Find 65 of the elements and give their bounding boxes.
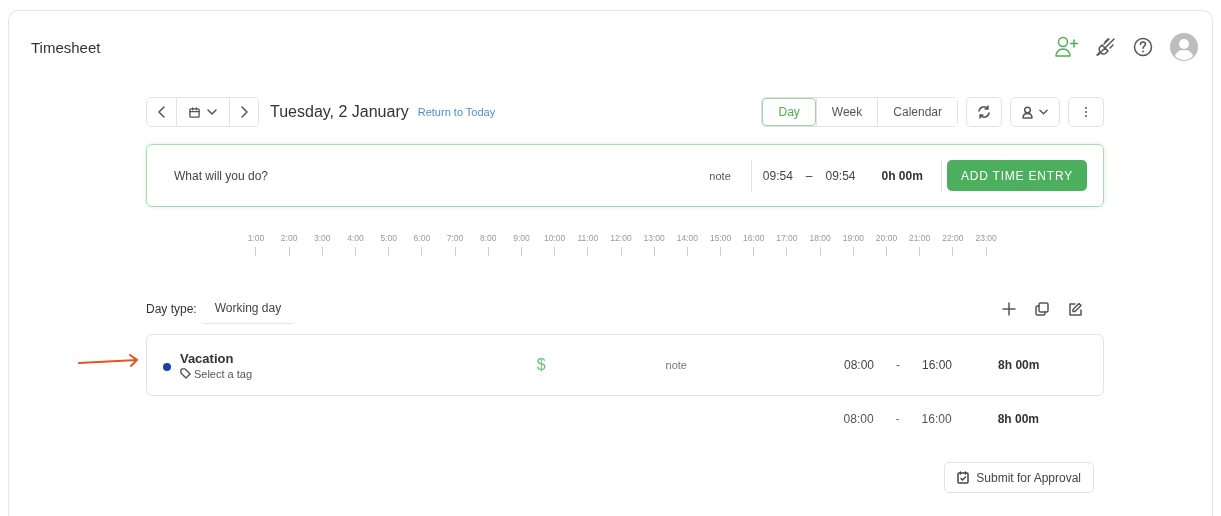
hour-label: 9:00	[513, 233, 530, 243]
hour-label: 20:00	[875, 233, 898, 243]
hour-label: 10:00	[544, 233, 566, 243]
submit-for-approval-button[interactable]: Submit for Approval	[944, 462, 1094, 493]
start-time[interactable]: 09:54	[762, 168, 793, 183]
hour-label: 7:00	[446, 233, 464, 243]
hour-label: 8:00	[479, 233, 497, 243]
edit-icon[interactable]	[1068, 302, 1082, 316]
hour-label: 17:00	[776, 233, 798, 243]
return-to-today-link[interactable]: Return to Today	[417, 106, 496, 118]
refresh-button[interactable]	[966, 97, 1002, 127]
more-icon	[1084, 106, 1088, 118]
caret-icon	[1039, 109, 1048, 115]
next-day-button[interactable]	[229, 98, 258, 126]
hour-label: 16:00	[743, 233, 765, 243]
tag-icon	[179, 368, 191, 379]
tag-selector[interactable]: Select a tag	[179, 367, 252, 380]
hour-label: 1:00	[247, 233, 265, 243]
project-name[interactable]: Vacation	[179, 350, 537, 366]
day-type-select[interactable]: Working day	[202, 294, 294, 324]
add-user-icon[interactable]	[1055, 36, 1079, 58]
hour-label: 6:00	[413, 233, 431, 243]
duration: 8h 00m	[998, 358, 1040, 372]
calendar-icon	[189, 106, 200, 118]
caret-icon	[207, 109, 217, 115]
hour-label: 12:00	[610, 233, 632, 243]
hour-label: 18:00	[809, 233, 831, 243]
note-field[interactable]: note	[709, 169, 731, 182]
user-filter-button[interactable]	[1010, 97, 1060, 127]
copy-icon[interactable]	[1035, 302, 1049, 316]
duration: 0h 00m	[881, 168, 923, 183]
hour-label: 21:00	[909, 233, 931, 243]
total-end-time: 16:00	[921, 412, 952, 426]
calendar-check-icon	[957, 471, 970, 484]
hour-label: 3:00	[314, 233, 331, 243]
note-field[interactable]: note	[665, 359, 844, 371]
day-type-label: Day type:	[146, 302, 197, 316]
time-separator: –	[805, 168, 813, 183]
hour-label: 5:00	[380, 233, 397, 243]
chevron-right-icon	[240, 106, 248, 118]
hour-label: 2:00	[280, 233, 298, 243]
current-date: Tuesday, 2 January	[270, 103, 409, 121]
chevron-left-icon	[157, 106, 166, 118]
view-tab[interactable]: Calendar	[877, 98, 957, 126]
hour-label: 14:00	[676, 233, 698, 243]
page-title: Timesheet	[31, 38, 101, 56]
description-field[interactable]: What will you do?	[174, 168, 269, 183]
total-start-time: 08:00	[843, 412, 874, 426]
time-separator: -	[896, 358, 900, 372]
start-time[interactable]: 08:00	[844, 358, 874, 372]
add-icon[interactable]	[1002, 302, 1016, 316]
time-separator: -	[895, 412, 900, 426]
hour-label: 19:00	[842, 233, 864, 243]
hour-label: 22:00	[942, 233, 964, 243]
total-duration: 8h 00m	[997, 412, 1039, 426]
hour-label: 15:00	[709, 233, 732, 243]
hour-label: 23:00	[975, 233, 997, 243]
hour-label: 13:00	[643, 233, 665, 243]
user-icon	[1022, 105, 1033, 119]
refresh-icon	[977, 105, 991, 119]
end-time[interactable]: 16:00	[922, 358, 953, 372]
help-icon[interactable]	[1133, 37, 1153, 57]
end-time[interactable]: 09:54	[825, 168, 856, 183]
hour-label: 4:00	[347, 233, 364, 243]
hour-label: 11:00	[577, 233, 599, 243]
